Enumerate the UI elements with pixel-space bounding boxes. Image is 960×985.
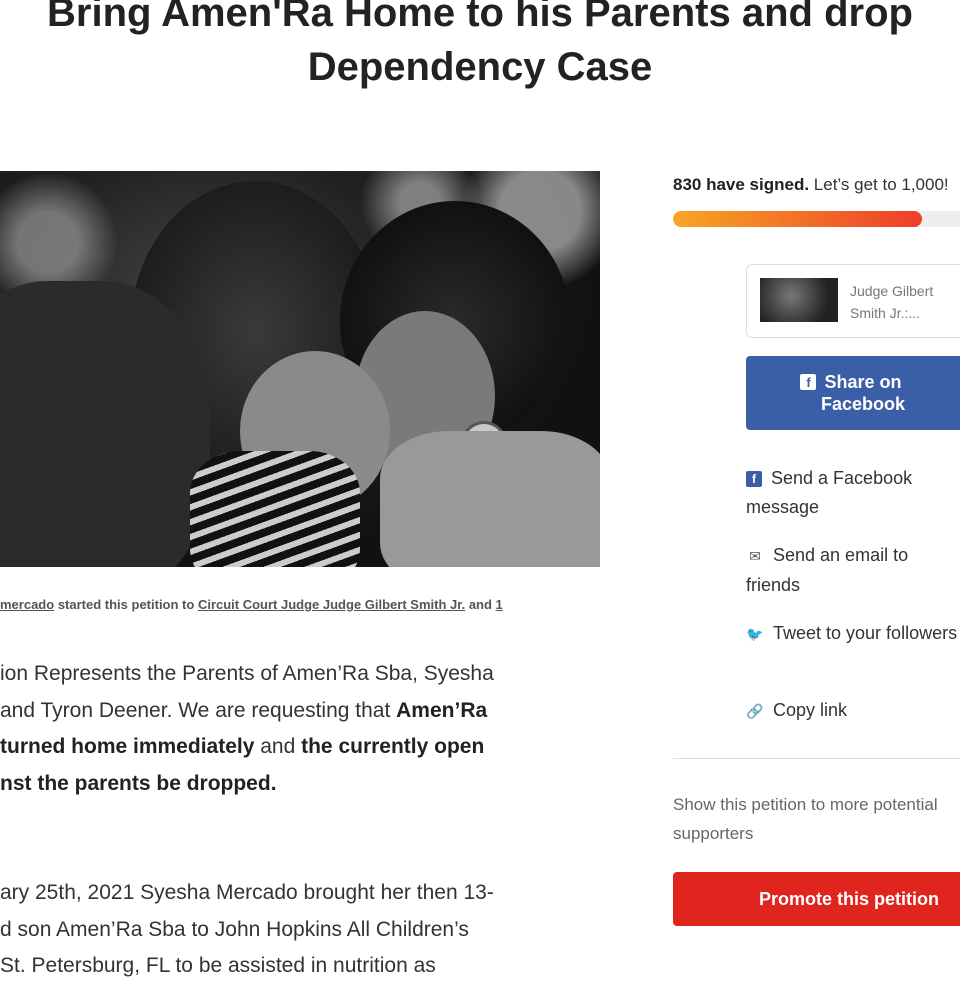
signature-progress-fill bbox=[673, 211, 922, 227]
promote-petition-button[interactable]: Promote this petition bbox=[673, 872, 960, 926]
petition-byline: mercado started this petition to Circuit… bbox=[0, 597, 503, 612]
description-line: St. Petersburg, FL to be assisted in nut… bbox=[0, 954, 436, 977]
email-icon: ✉ bbox=[749, 548, 761, 564]
target-link[interactable]: Circuit Court Judge Judge Gilbert Smith … bbox=[198, 597, 465, 612]
send-email-link[interactable]: ✉ Send an email to friends bbox=[746, 541, 960, 600]
description-line: nst the parents be dropped. bbox=[0, 771, 277, 795]
petition-sidebar: 830 have signed. Let’s get to 1,000! Jud… bbox=[673, 0, 960, 960]
decision-maker-thumbnail bbox=[760, 278, 838, 322]
send-facebook-message-link[interactable]: f Send a Facebook message bbox=[746, 464, 960, 522]
decision-maker-card[interactable]: Judge Gilbert Smith Jr.:... bbox=[746, 264, 960, 338]
signed-count: 830 have signed. bbox=[673, 175, 810, 194]
description-line: and Tyron Deener. We are requesting that… bbox=[0, 698, 488, 722]
goal-text: Let’s get to 1,000! bbox=[809, 175, 949, 194]
description-line: d son Amen’Ra Sba to John Hopkins All Ch… bbox=[0, 917, 469, 941]
signature-count: 830 have signed. Let’s get to 1,000! bbox=[673, 175, 949, 195]
more-targets-link[interactable]: 1 bbox=[496, 597, 503, 612]
description-line: turned home immediately and the currentl… bbox=[0, 735, 485, 758]
share-on-facebook-button[interactable]: f Share on Facebook bbox=[746, 356, 960, 430]
promote-prompt-text: Show this petition to more potential sup… bbox=[673, 795, 938, 843]
author-link[interactable]: mercado bbox=[0, 597, 54, 612]
byline-text: started this petition to bbox=[54, 597, 198, 612]
description-line: ion Represents the Parents of Amen’Ra Sb… bbox=[0, 662, 494, 685]
petition-description: ion Represents the Parents of Amen’Ra Sb… bbox=[0, 656, 600, 985]
signature-progress-bar bbox=[673, 211, 960, 227]
sidebar-divider bbox=[673, 758, 960, 759]
tweet-link[interactable]: 🐦 Tweet to your followers bbox=[746, 619, 960, 649]
decision-maker-name: Judge Gilbert Smith Jr.:... bbox=[850, 283, 934, 321]
petition-photo bbox=[0, 171, 600, 567]
facebook-icon: f bbox=[746, 471, 762, 487]
copy-link[interactable]: 🔗 Copy link bbox=[746, 696, 960, 726]
byline-and: and bbox=[465, 597, 496, 612]
link-icon: 🔗 bbox=[746, 703, 764, 719]
description-line: ary 25th, 2021 Syesha Mercado brought he… bbox=[0, 881, 494, 904]
twitter-icon: 🐦 bbox=[746, 626, 764, 642]
facebook-icon: f bbox=[800, 374, 817, 390]
